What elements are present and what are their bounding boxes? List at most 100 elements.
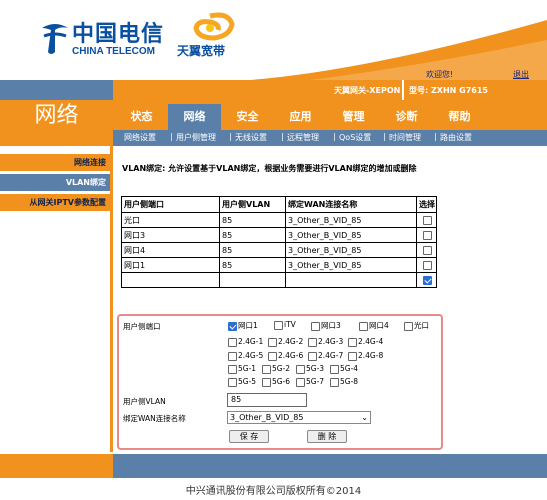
table-cell: 光口 [121, 212, 220, 228]
port-checkbox[interactable] [348, 351, 357, 361]
tab-help[interactable]: 帮助 [433, 104, 486, 130]
port-option-5g-1[interactable]: 5G-1 [228, 364, 256, 374]
copyright: 中兴通讯股份有限公司版权所有©2014 [185, 486, 362, 497]
subnav-remote[interactable]: 远程管理 [287, 132, 319, 143]
brand-cn: 中国电信 [72, 21, 165, 47]
sidebar-item-vlan-binding[interactable]: VLAN绑定 [0, 174, 110, 191]
port-option-24g-8[interactable]: 2.4G-8 [348, 351, 383, 361]
port-checkbox[interactable] [330, 364, 339, 374]
port-checkbox[interactable] [262, 364, 271, 374]
port-option-5g-5[interactable]: 5G-5 [228, 377, 256, 387]
subnav-qos[interactable]: QoS设置 [339, 132, 371, 143]
column-header: 绑定WAN连接名称 [285, 196, 417, 213]
port-checkbox[interactable] [308, 351, 317, 361]
sidebar-item-iptv-config[interactable]: 从网关IPTV参数配置 [0, 194, 110, 211]
port-option-24g-1[interactable]: 2.4G-1 [228, 337, 263, 347]
port-checkbox[interactable] [228, 377, 237, 387]
subnav-divider: | [281, 132, 284, 141]
port-checkbox[interactable] [330, 377, 339, 387]
wan-select[interactable]: 3_Other_B_VID_85 ⌄ [227, 411, 371, 424]
port-option-lan3[interactable]: 网口3 [311, 320, 341, 331]
port-label-text: 网口4 [369, 321, 389, 330]
save-button[interactable]: 保 存 [229, 430, 269, 443]
port-checkbox[interactable] [228, 337, 237, 347]
port-checkbox[interactable] [268, 337, 277, 347]
row-select-checkbox[interactable] [423, 245, 432, 255]
port-checkbox[interactable] [404, 321, 413, 331]
subnav-network-settings[interactable]: 网络设置 [124, 132, 156, 143]
port-option-5g-3[interactable]: 5G-3 [296, 364, 324, 374]
tab-application[interactable]: 应用 [274, 104, 327, 130]
port-option-fiber[interactable]: 光口 [404, 320, 429, 331]
port-checkbox[interactable] [311, 321, 320, 331]
sidebar-item-network-connection[interactable]: 网络连接 [0, 154, 110, 171]
table-cell: 3_Other_B_VID_85 [285, 242, 417, 258]
broadband-brand: 天翼宽带 [177, 44, 226, 58]
welcome-text: 欢迎您! [426, 70, 454, 79]
china-telecom-logo: 中国电信 CHINA TELECOM [38, 14, 163, 62]
port-option-24g-6[interactable]: 2.4G-6 [268, 351, 303, 361]
vlan-binding-table: 用户侧端口 用户侧VLAN 绑定WAN连接名称 选择 光口 85 3_Other… [121, 196, 437, 288]
port-option-24g-5[interactable]: 2.4G-5 [228, 351, 263, 361]
row-select-checkbox[interactable] [423, 215, 432, 225]
port-option-lan4[interactable]: 网口4 [359, 320, 389, 331]
tab-status[interactable]: 状态 [115, 104, 168, 130]
tab-security[interactable]: 安全 [221, 104, 274, 130]
port-label-text: 5G-8 [340, 377, 359, 386]
port-checkbox[interactable] [308, 337, 317, 347]
port-checkbox[interactable] [228, 351, 237, 361]
port-checkbox[interactable] [296, 377, 305, 387]
port-checkbox[interactable] [348, 337, 357, 347]
tab-management[interactable]: 管理 [327, 104, 380, 130]
subnav-time[interactable]: 时间管理 [389, 132, 421, 143]
vlan-label: 用户侧VLAN [123, 397, 166, 406]
table-cell: 85 [219, 227, 286, 243]
port-option-lan1[interactable]: 网口1 [228, 320, 258, 331]
port-label-text: 2.4G-4 [358, 337, 384, 346]
port-option-itv[interactable]: iTV [274, 320, 296, 330]
port-option-24g-2[interactable]: 2.4G-2 [268, 337, 303, 347]
table-cell: 网口4 [121, 242, 220, 258]
port-checkbox[interactable] [268, 351, 277, 361]
port-option-24g-7[interactable]: 2.4G-7 [308, 351, 343, 361]
port-label-text: 2.4G-1 [238, 337, 264, 346]
port-option-5g-4[interactable]: 5G-4 [330, 364, 358, 374]
port-option-24g-4[interactable]: 2.4G-4 [348, 337, 383, 347]
port-checkbox[interactable] [296, 364, 305, 374]
port-label-text: 2.4G-2 [278, 337, 304, 346]
port-label: 用户侧端口 [123, 322, 161, 331]
subnav-user-side[interactable]: 用户侧管理 [176, 132, 216, 143]
table-cell: 3_Other_B_VID_85 [285, 227, 417, 243]
port-checkbox[interactable] [228, 364, 237, 374]
table-cell: 85 [219, 257, 286, 273]
table-row: 网口3 85 3_Other_B_VID_85 [121, 227, 437, 243]
port-label-text: 5G-3 [306, 364, 325, 373]
port-option-5g-2[interactable]: 5G-2 [262, 364, 290, 374]
vlan-input[interactable]: 85 [227, 393, 307, 407]
table-cell [285, 272, 417, 288]
port-option-5g-7[interactable]: 5G-7 [296, 377, 324, 387]
port-option-24g-3[interactable]: 2.4G-3 [308, 337, 343, 347]
tab-network[interactable]: 网络 [168, 104, 221, 130]
port-option-5g-8[interactable]: 5G-8 [330, 377, 358, 387]
logout-link[interactable]: 退出 [513, 69, 529, 80]
port-label-text: 5G-6 [272, 377, 291, 386]
delete-button[interactable]: 删 除 [307, 430, 347, 443]
row-select-checkbox[interactable] [423, 230, 432, 240]
port-checkbox[interactable] [262, 377, 271, 387]
port-checkbox[interactable] [359, 321, 368, 331]
row-select-checkbox[interactable] [423, 260, 432, 270]
row-select-checkbox[interactable] [423, 275, 432, 285]
port-option-5g-6[interactable]: 5G-6 [262, 377, 290, 387]
tab-diagnosis[interactable]: 诊断 [380, 104, 433, 130]
port-checkbox[interactable] [274, 320, 283, 330]
port-checkbox[interactable] [228, 321, 237, 331]
subnav-routing[interactable]: 路由设置 [440, 132, 472, 143]
broadband-logo: 天翼宽带 [172, 10, 242, 62]
port-label-text: 5G-2 [272, 364, 291, 373]
subnav-divider: | [383, 132, 386, 141]
port-label-text: 5G-5 [238, 377, 257, 386]
subnav-wireless[interactable]: 无线设置 [235, 132, 267, 143]
table-row: 网口1 85 3_Other_B_VID_85 [121, 257, 437, 273]
footer-left-block [0, 454, 113, 478]
